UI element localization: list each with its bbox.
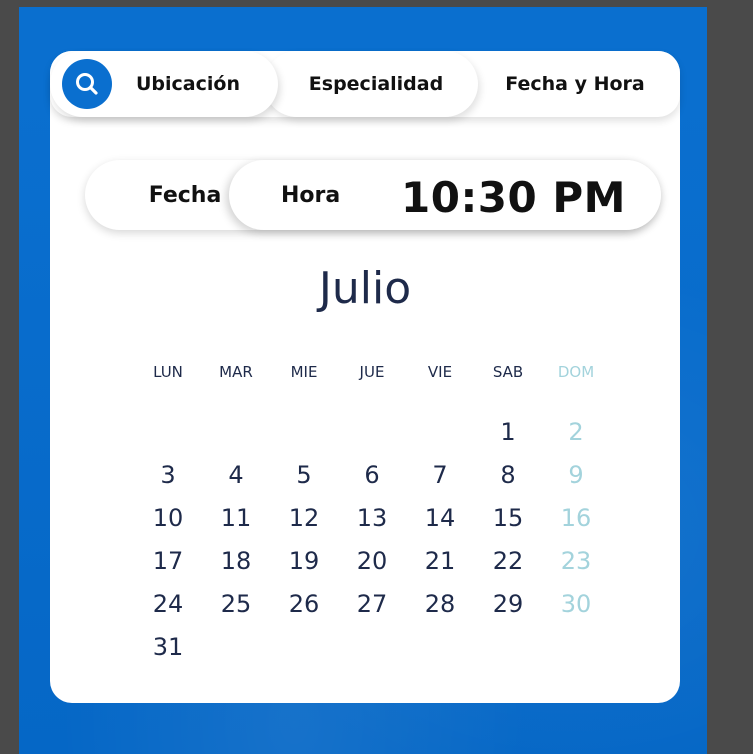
- calendar-week-row: 17 18 19 20 21 22 23: [134, 540, 610, 583]
- calendar-day[interactable]: 3: [134, 454, 202, 497]
- weekday-label: MAR: [219, 363, 253, 381]
- calendar-day[interactable]: 22: [474, 540, 542, 583]
- calendar-day[interactable]: 1: [474, 411, 542, 454]
- calendar-day[interactable]: 23: [542, 540, 610, 583]
- calendar-empty-cell: [270, 626, 338, 669]
- calendar-empty-cell: [406, 626, 474, 669]
- calendar-grid: LUN MAR MIE JUE VIE SAB DOM 1 2 3 4 5 6 7 8 9 10 1…: [134, 355, 610, 669]
- calendar-week-row: 24 25 26 27 28 29 30: [134, 583, 610, 626]
- calendar-day[interactable]: 19: [270, 540, 338, 583]
- tab-fecha-y-hora-label: Fecha y Hora: [505, 73, 645, 95]
- calendar-empty-cell: [202, 411, 270, 454]
- calendar-empty-cell: [338, 626, 406, 669]
- calendar-month-title: Julio: [318, 263, 412, 314]
- calendar-day[interactable]: 2: [542, 411, 610, 454]
- weekday-label: JUE: [359, 363, 385, 381]
- calendar-empty-cell: [542, 626, 610, 669]
- calendar-day[interactable]: 28: [406, 583, 474, 626]
- calendar-days: 1 2 3 4 5 6 7 8 9 10 11 12 13 14 15 16 17 18 19 20 21 22 23 24 2…: [134, 411, 610, 669]
- search-card: Fecha y Hora Especialidad Ubicación Fech…: [50, 51, 680, 703]
- calendar-week-row: 3456789: [134, 454, 610, 497]
- search-icon: [76, 73, 98, 95]
- calendar-day[interactable]: 26: [270, 583, 338, 626]
- calendar-week-row: 31: [134, 626, 610, 669]
- search-button[interactable]: [62, 59, 112, 109]
- calendar-day[interactable]: 15: [474, 497, 542, 540]
- calendar-empty-cell: [134, 411, 202, 454]
- calendar-day[interactable]: 12: [270, 497, 338, 540]
- calendar-day[interactable]: 27: [338, 583, 406, 626]
- calendar-day[interactable]: 24: [134, 583, 202, 626]
- selected-time: 10:30 PM: [401, 172, 626, 222]
- calendar-empty-cell: [202, 626, 270, 669]
- calendar-day[interactable]: 11: [202, 497, 270, 540]
- app-background: Fecha y Hora Especialidad Ubicación Fech…: [19, 7, 707, 754]
- calendar-day[interactable]: 30: [542, 583, 610, 626]
- calendar-week-row: 10 11 12 13 14 15 16: [134, 497, 610, 540]
- calendar-day[interactable]: 8: [474, 454, 542, 497]
- calendar-day[interactable]: 13: [338, 497, 406, 540]
- calendar-day[interactable]: 25: [202, 583, 270, 626]
- calendar-day[interactable]: 21: [406, 540, 474, 583]
- calendar-empty-cell: [474, 626, 542, 669]
- calendar-day[interactable]: 14: [406, 497, 474, 540]
- weekday-label: SAB: [492, 363, 524, 381]
- switch-hora[interactable]: Hora 10:30 PM: [229, 160, 661, 230]
- calendar-day[interactable]: 4: [202, 454, 270, 497]
- fecha-hora-switch: Fecha Hora 10:30 PM: [85, 160, 661, 230]
- calendar-day[interactable]: 7: [406, 454, 474, 497]
- calendar-day[interactable]: 17: [134, 540, 202, 583]
- tab-especialidad-label: Especialidad: [308, 73, 444, 95]
- weekday-label: DOM: [557, 363, 595, 381]
- calendar-day[interactable]: 31: [134, 626, 202, 669]
- calendar-day[interactable]: 9: [542, 454, 610, 497]
- calendar-weekday-header: LUN MAR MIE JUE VIE SAB DOM: [134, 355, 610, 389]
- calendar-day[interactable]: 5: [270, 454, 338, 497]
- calendar-empty-cell: [406, 411, 474, 454]
- calendar-week-row: 12: [134, 411, 610, 454]
- calendar-day[interactable]: 16: [542, 497, 610, 540]
- calendar-day[interactable]: 20: [338, 540, 406, 583]
- calendar-empty-cell: [338, 411, 406, 454]
- tab-fecha-y-hora[interactable]: Fecha y Hora: [470, 51, 680, 117]
- tab-especialidad[interactable]: Especialidad: [264, 51, 478, 117]
- calendar-day[interactable]: 6: [338, 454, 406, 497]
- tab-ubicacion-label: Ubicación: [136, 73, 240, 95]
- calendar-day[interactable]: 29: [474, 583, 542, 626]
- weekday-label: LUN: [153, 363, 183, 381]
- switch-hora-label: Hora: [281, 182, 341, 208]
- calendar-day[interactable]: 18: [202, 540, 270, 583]
- switch-fecha-label: Fecha: [148, 182, 222, 208]
- calendar-empty-cell: [270, 411, 338, 454]
- weekday-label: VIE: [427, 363, 453, 381]
- tab-ubicacion[interactable]: Ubicación: [50, 51, 278, 117]
- weekday-label: MIE: [290, 363, 318, 381]
- calendar-day[interactable]: 10: [134, 497, 202, 540]
- search-tabs: Fecha y Hora Especialidad Ubicación: [50, 51, 680, 117]
